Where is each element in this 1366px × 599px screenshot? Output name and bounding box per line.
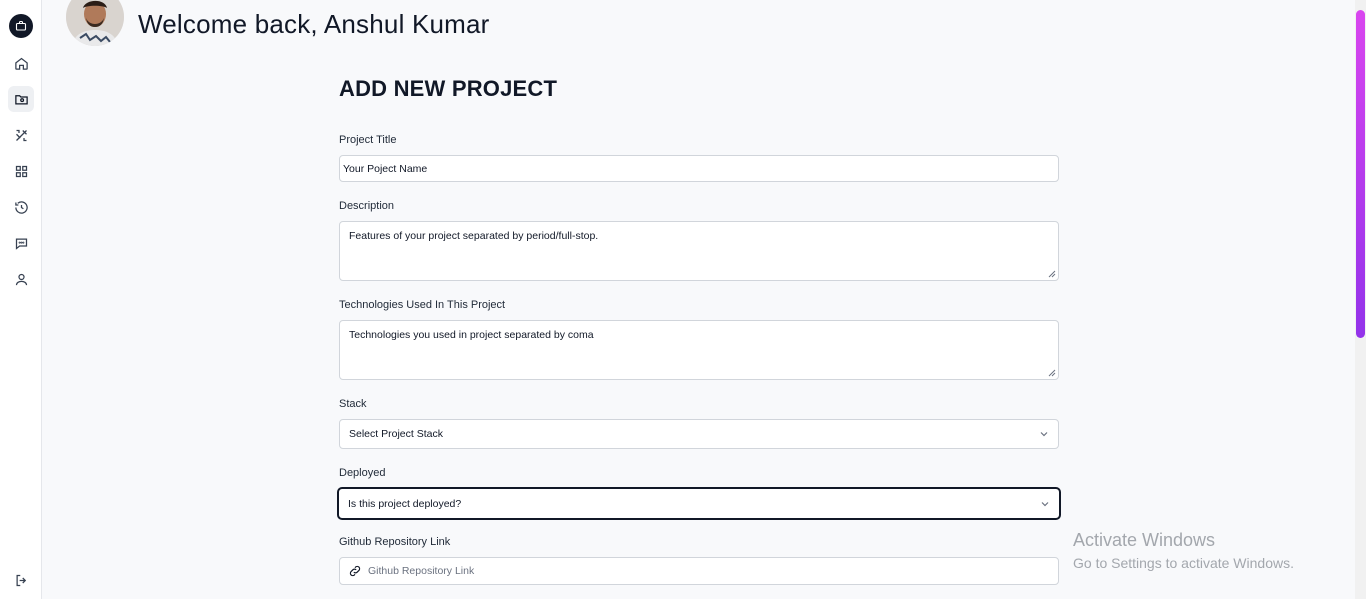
github-placeholder: Github Repository Link: [368, 565, 475, 577]
sidebar-item-projects[interactable]: [8, 86, 34, 112]
github-label: Github Repository Link: [339, 536, 451, 548]
github-link-input[interactable]: Github Repository Link: [339, 557, 1059, 585]
project-title-input[interactable]: Your Poject Name: [339, 155, 1059, 182]
technologies-textarea[interactable]: Technologies you used in project separat…: [339, 320, 1059, 380]
folder-icon: [14, 94, 28, 104]
form-title: ADD NEW PROJECT: [339, 76, 558, 101]
logout-button[interactable]: [8, 567, 34, 593]
avatar[interactable]: [66, 0, 124, 46]
watermark-line1: Activate Windows: [1073, 530, 1216, 550]
home-icon: [14, 57, 28, 70]
sidebar: [0, 0, 42, 599]
welcome-heading: Welcome back, Anshul Kumar: [138, 8, 490, 39]
avatar-photo: [66, 0, 124, 46]
description-value: Features of your project separated by pe…: [349, 230, 599, 242]
deployed-label: Deployed: [339, 467, 386, 479]
sidebar-item-skills[interactable]: [8, 122, 34, 148]
add-project-form: ADD NEW PROJECT: [339, 76, 1059, 102]
project-title-label: Project Title: [339, 134, 397, 146]
sidebar-item-account[interactable]: [8, 266, 34, 292]
sidebar-item-dashboard[interactable]: [8, 158, 34, 184]
resize-handle-icon[interactable]: [1048, 369, 1056, 377]
history-icon: [14, 200, 28, 214]
link-icon: [349, 565, 361, 577]
page-header: Welcome back, Anshul Kumar: [66, 0, 490, 46]
logout-icon: [16, 574, 26, 586]
tools-icon: [15, 129, 27, 141]
watermark-line2: Go to Settings to activate Windows.: [1073, 555, 1294, 571]
deployed-selected-value: Is this project deployed?: [348, 497, 462, 510]
windows-activation-watermark: Activate Windows Go to Settings to activ…: [1073, 530, 1294, 571]
description-label: Description: [339, 200, 395, 212]
stack-selected-value: Select Project Stack: [349, 428, 443, 440]
logo-badge[interactable]: [9, 14, 33, 38]
briefcase-icon: [15, 20, 27, 31]
project-title-value: Your Poject Name: [343, 162, 428, 175]
user-icon: [15, 273, 27, 285]
technologies-label: Technologies Used In This Project: [339, 299, 506, 311]
page-scrollbar[interactable]: [1355, 0, 1366, 599]
sidebar-item-home[interactable]: [8, 50, 34, 76]
deployed-select[interactable]: Is this project deployed?: [337, 487, 1061, 520]
technologies-value: Technologies you used in project separat…: [349, 329, 594, 341]
sidebar-item-history[interactable]: [8, 194, 34, 220]
sidebar-item-messages[interactable]: [8, 230, 34, 256]
stack-label: Stack: [339, 398, 367, 410]
chat-icon: [15, 238, 27, 250]
resize-handle-icon[interactable]: [1048, 270, 1056, 278]
stack-select[interactable]: Select Project Stack: [339, 419, 1059, 449]
grid-icon: [15, 165, 27, 177]
description-textarea[interactable]: Features of your project separated by pe…: [339, 221, 1059, 281]
chevron-down-icon: [1041, 501, 1049, 506]
chevron-down-icon: [1040, 432, 1048, 437]
scrollbar-thumb[interactable]: [1356, 10, 1365, 338]
